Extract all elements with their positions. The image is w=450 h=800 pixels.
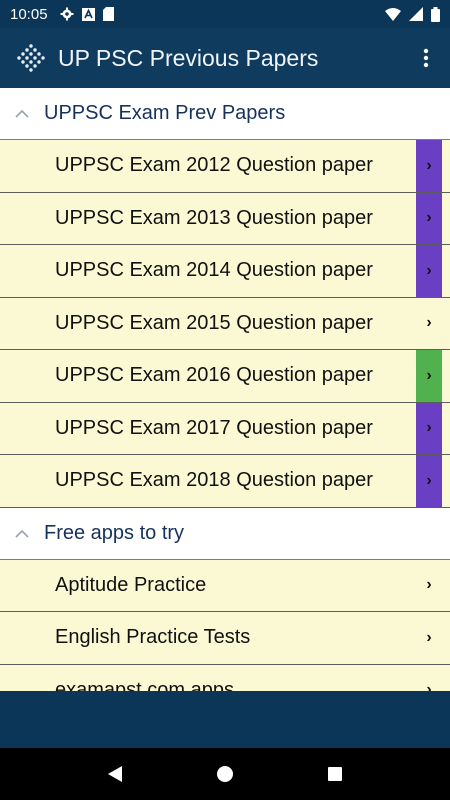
list-item-2015[interactable]: UPPSC Exam 2015 Question paper › bbox=[0, 297, 450, 350]
app-bar: UP PSC Previous Papers bbox=[0, 28, 450, 88]
diamond-grid-logo-icon bbox=[17, 44, 45, 72]
list-item-label: UPPSC Exam 2014 Question paper bbox=[55, 259, 373, 282]
list-item-2012[interactable]: UPPSC Exam 2012 Question paper › bbox=[0, 140, 450, 193]
list-item-label: UPPSC Exam 2013 Question paper bbox=[55, 206, 373, 229]
wifi-icon bbox=[385, 7, 401, 21]
list-item-2014[interactable]: UPPSC Exam 2014 Question paper › bbox=[0, 245, 450, 298]
cellular-signal-icon bbox=[409, 7, 423, 21]
back-triangle-icon bbox=[108, 766, 122, 782]
list-item-2013[interactable]: UPPSC Exam 2013 Question paper › bbox=[0, 192, 450, 245]
list-item-label: UPPSC Exam 2017 Question paper bbox=[55, 416, 373, 439]
group-title: UPPSC Exam Prev Papers bbox=[44, 102, 286, 124]
list-item-label: UPPSC Exam 2016 Question paper bbox=[55, 364, 373, 387]
recents-button[interactable] bbox=[311, 750, 359, 798]
list-item-2018[interactable]: UPPSC Exam 2018 Question paper › bbox=[0, 455, 450, 508]
list-item-label: English Practice Tests bbox=[55, 626, 251, 649]
group-header-free-apps[interactable]: Free apps to try bbox=[0, 507, 450, 560]
list-item-2016[interactable]: UPPSC Exam 2016 Question paper › bbox=[0, 350, 450, 403]
list-item-label: Aptitude Practice bbox=[55, 573, 207, 596]
battery-icon bbox=[431, 6, 440, 22]
list-item-examapst-apps[interactable]: examapst.com apps › bbox=[0, 664, 450, 691]
status-time: 10:05 bbox=[10, 5, 48, 23]
overflow-menu-icon bbox=[423, 48, 429, 68]
list-item-aptitude-practice[interactable]: Aptitude Practice › bbox=[0, 559, 450, 612]
sd-card-icon bbox=[102, 7, 114, 21]
recents-square-icon bbox=[328, 767, 342, 781]
chevron-right-icon: › bbox=[416, 402, 442, 454]
a-text-icon bbox=[81, 7, 95, 21]
overflow-menu-button[interactable] bbox=[402, 28, 450, 88]
list-item-label: UPPSC Exam 2018 Question paper bbox=[55, 469, 373, 492]
chevron-right-icon: › bbox=[426, 314, 432, 332]
list-item-english-practice-tests[interactable]: English Practice Tests › bbox=[0, 612, 450, 665]
chevron-right-icon: › bbox=[416, 192, 442, 244]
chevron-right-icon: › bbox=[426, 628, 432, 646]
home-button[interactable] bbox=[201, 750, 249, 798]
home-circle-icon bbox=[217, 766, 233, 782]
chevron-up-icon bbox=[0, 529, 44, 538]
system-nav-bar bbox=[0, 748, 450, 800]
list-item-label: UPPSC Exam 2012 Question paper bbox=[55, 154, 373, 177]
chevron-right-icon: › bbox=[416, 140, 442, 192]
list-item-label: UPPSC Exam 2015 Question paper bbox=[55, 311, 373, 334]
app-title: UP PSC Previous Papers bbox=[58, 44, 319, 71]
chevron-right-icon: › bbox=[426, 681, 432, 691]
back-button[interactable] bbox=[91, 750, 139, 798]
chevron-right-icon: › bbox=[426, 576, 432, 594]
gear-icon bbox=[60, 7, 74, 21]
expandable-list[interactable]: UPPSC Exam Prev Papers UPPSC Exam 2012 Q… bbox=[0, 88, 450, 691]
status-bar: 10:05 bbox=[0, 0, 450, 28]
group-title: Free apps to try bbox=[44, 521, 185, 544]
list-item-2017[interactable]: UPPSC Exam 2017 Question paper › bbox=[0, 402, 450, 455]
group-header-prev-papers[interactable]: UPPSC Exam Prev Papers bbox=[0, 88, 450, 140]
chevron-up-icon bbox=[0, 109, 44, 118]
chevron-right-icon: › bbox=[416, 350, 442, 402]
chevron-right-icon: › bbox=[416, 455, 442, 507]
footer-band bbox=[0, 691, 450, 748]
list-item-label: examapst.com apps bbox=[55, 678, 234, 691]
chevron-right-icon: › bbox=[416, 245, 442, 297]
